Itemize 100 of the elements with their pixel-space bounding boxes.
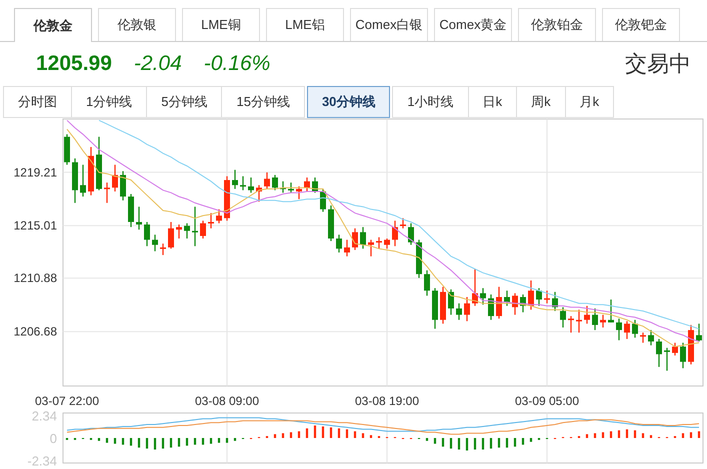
macd-bar — [306, 428, 308, 438]
candlestick — [400, 218, 406, 228]
candlestick — [288, 182, 294, 193]
market-tab[interactable]: 伦敦钯金 — [602, 8, 680, 41]
macd-bar — [234, 438, 236, 441]
candlestick — [696, 324, 702, 342]
period-tab[interactable]: 日k — [468, 86, 518, 118]
macd-bar — [298, 431, 300, 438]
period-tab[interactable]: 周k — [516, 86, 566, 118]
macd-bar — [602, 432, 604, 438]
candlestick — [408, 223, 414, 245]
macd-bar — [218, 438, 220, 443]
candlestick — [448, 289, 454, 315]
candlestick — [88, 146, 94, 196]
candlestick — [552, 292, 558, 311]
candlestick — [504, 290, 510, 306]
market-tab[interactable]: Comex白银 — [350, 8, 428, 41]
macd-bar — [498, 438, 500, 448]
candlestick — [280, 181, 286, 193]
candlestick — [80, 164, 86, 197]
candlestick — [216, 209, 222, 224]
macd-bar — [442, 438, 444, 447]
macd-bar — [594, 433, 596, 438]
candlestick — [184, 223, 190, 239]
candlestick — [576, 310, 582, 333]
period-tab[interactable]: 1小时线 — [392, 86, 469, 118]
macd-bar — [626, 429, 628, 438]
macd-bar — [322, 426, 324, 438]
candlestick — [272, 174, 278, 190]
candlestick — [528, 280, 534, 310]
candlestick — [688, 324, 694, 364]
candlestick — [176, 224, 182, 239]
candlestick — [264, 172, 270, 189]
macd-bar — [370, 435, 372, 438]
candlestick — [536, 288, 542, 306]
x-axis-label: 03-07 22:00 — [34, 394, 100, 408]
candlestick — [520, 294, 526, 312]
x-axis-label: 03-09 05:00 — [514, 394, 580, 408]
market-tab[interactable]: LME铝 — [266, 8, 344, 41]
current-price: 1205.99 — [36, 52, 112, 76]
market-tab[interactable]: 伦敦银 — [98, 8, 176, 41]
market-tab[interactable]: 伦敦铂金 — [518, 8, 596, 41]
y-axis-label: 1219.21 — [14, 165, 57, 180]
candlestick — [200, 220, 206, 239]
candlestick — [640, 332, 646, 343]
macd-bar — [458, 438, 460, 450]
candlestick — [632, 320, 638, 338]
candlestick — [664, 348, 670, 371]
candlestick — [488, 294, 494, 320]
macd-bar — [450, 438, 452, 449]
macd-bar — [514, 438, 516, 447]
x-axis-label: 03-08 19:00 — [354, 394, 420, 408]
candlestick — [376, 237, 382, 249]
period-tab[interactable]: 15分钟线 — [221, 86, 305, 118]
candlestick — [616, 318, 622, 340]
macd-bar — [346, 429, 348, 438]
candlestick — [456, 303, 462, 320]
y-axis-label: 1206.68 — [14, 324, 57, 339]
macd-bar — [426, 438, 428, 441]
macd-bar — [98, 438, 100, 441]
macd-bar — [170, 438, 172, 448]
candlestick — [672, 342, 678, 356]
macd-bar — [634, 430, 636, 438]
macd-bar — [642, 433, 644, 438]
candlestick — [584, 306, 590, 324]
candlestick — [296, 186, 302, 200]
macd-bar — [210, 438, 212, 444]
price-change: -2.04 — [134, 52, 182, 76]
macd-bar — [178, 438, 180, 447]
period-tab[interactable]: 1分钟线 — [71, 86, 148, 118]
candlestick — [152, 234, 158, 252]
period-tab[interactable]: 分时图 — [3, 86, 72, 118]
change-percent: -0.16% — [204, 52, 270, 76]
x-axis-label: 03-08 09:00 — [194, 394, 260, 408]
candlestick — [368, 240, 374, 256]
macd-bar — [618, 430, 620, 438]
candlestick — [512, 293, 518, 315]
macd-bar — [106, 438, 108, 443]
macd-bar — [138, 438, 140, 448]
candlestick — [624, 321, 630, 339]
candlestick — [328, 205, 334, 242]
macd-bar — [130, 438, 132, 446]
candlestick — [72, 158, 78, 203]
market-tab[interactable]: 伦敦金 — [14, 8, 92, 42]
macd-bar — [194, 438, 196, 445]
candlestick — [208, 213, 214, 228]
period-tab[interactable]: 30分钟线 — [306, 86, 390, 118]
market-tab[interactable]: LME铜 — [182, 8, 260, 41]
candlestick — [120, 171, 126, 200]
macd-bar — [682, 433, 684, 438]
market-tab[interactable]: Comex黄金 — [434, 8, 512, 41]
candlestick — [496, 286, 502, 319]
period-tab[interactable]: 5分钟线 — [146, 86, 222, 118]
candlestick — [608, 300, 614, 322]
candlestick — [168, 222, 174, 249]
candlestick — [144, 222, 150, 246]
period-tab[interactable]: 月k — [564, 86, 614, 118]
candlestick — [192, 206, 198, 246]
candlestick — [568, 316, 574, 333]
macd-bar — [146, 438, 148, 449]
